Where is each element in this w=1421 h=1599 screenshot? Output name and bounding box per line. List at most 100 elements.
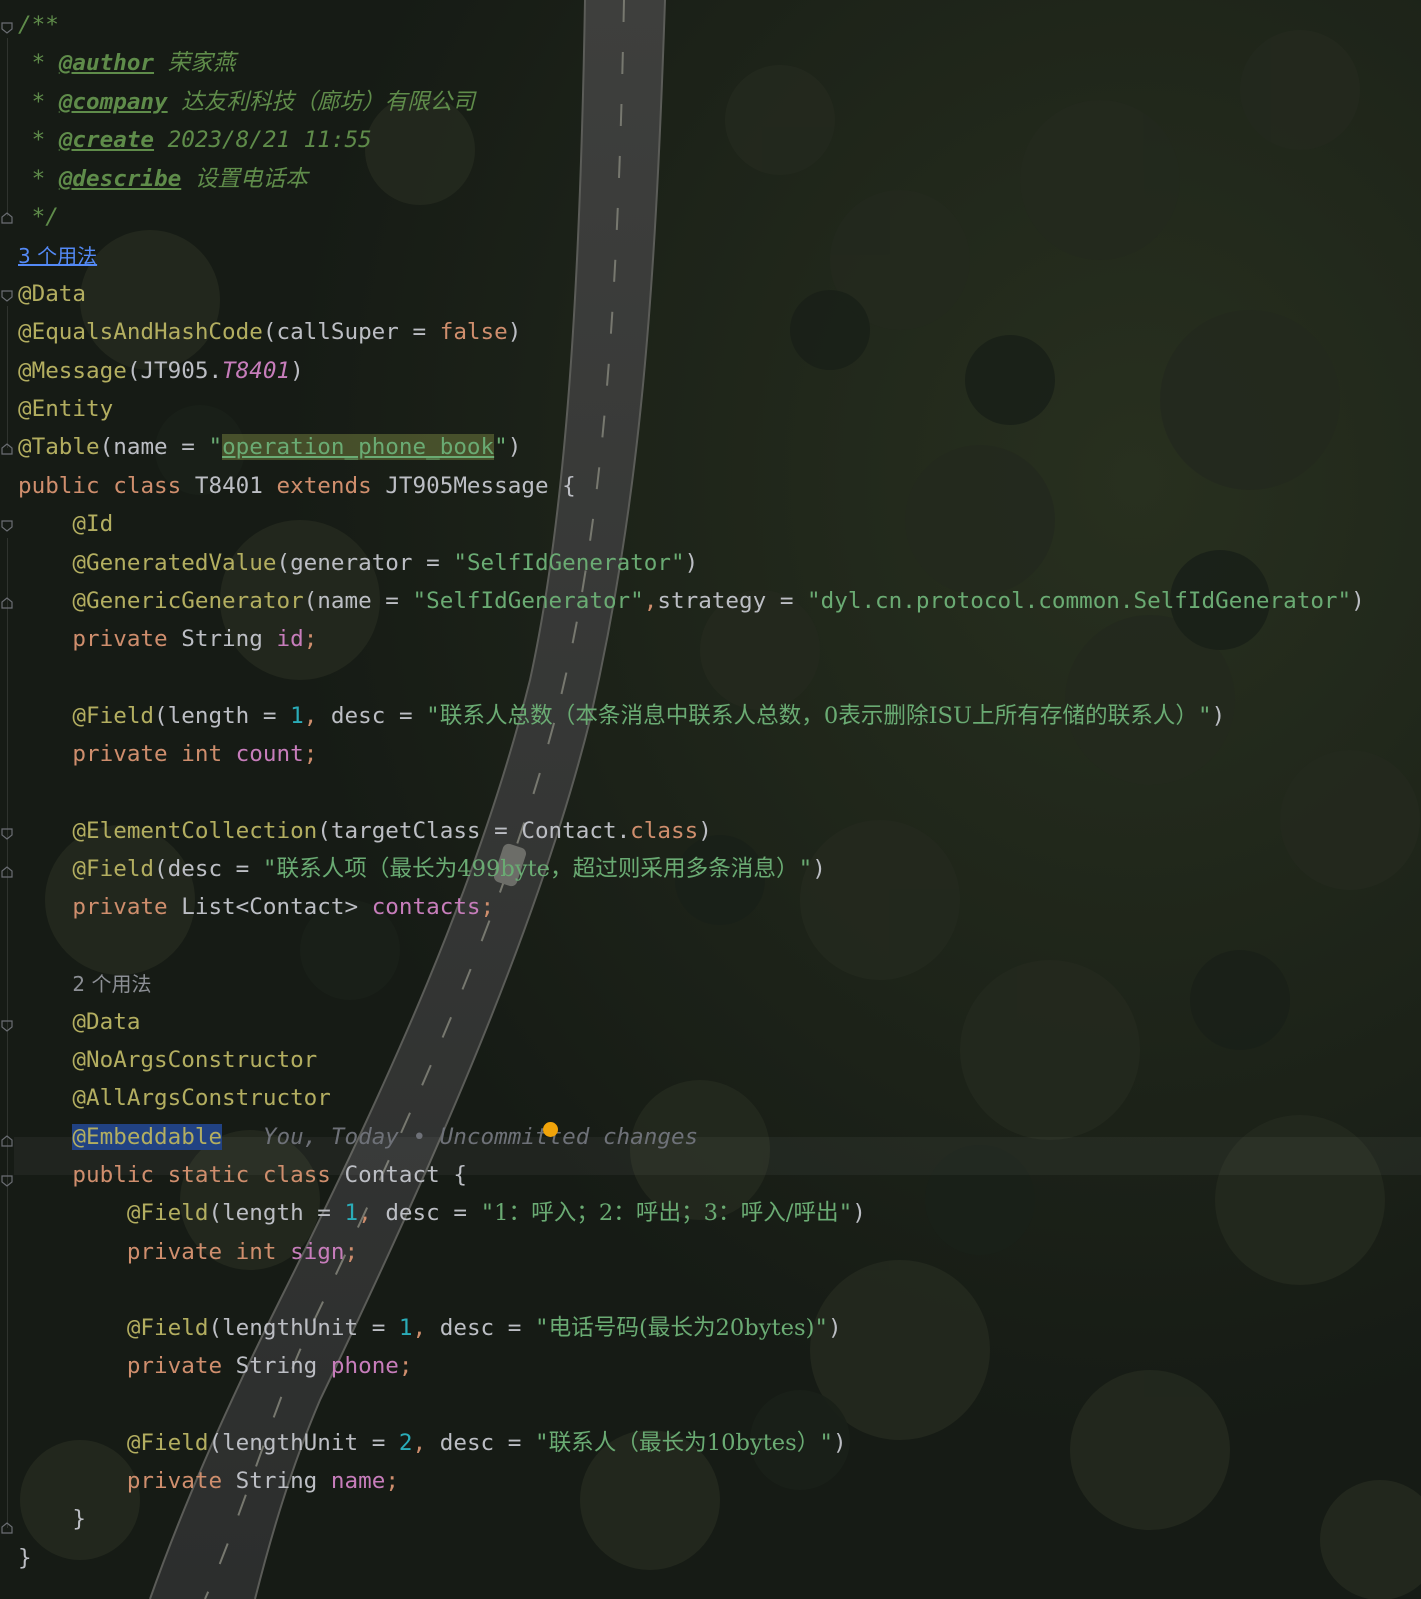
paren: ) <box>1211 703 1226 729</box>
string-literal: 联系人项（最长为499byte，超过则采用多条消息） <box>276 856 799 882</box>
paren: ( <box>154 703 168 729</box>
paren: ) <box>1351 588 1365 614</box>
doc-company-value: 达友利科技（廊坊）有限公司 <box>181 89 475 115</box>
class-name: Contact <box>344 1162 440 1188</box>
annotation-embeddable[interactable]: @Embeddable <box>72 1124 223 1150</box>
paren: ( <box>99 434 114 460</box>
quote: " <box>814 1315 828 1341</box>
field-name: count <box>235 741 304 767</box>
brace-close: } <box>18 1545 32 1571</box>
annotation-field: @Field <box>126 1200 209 1226</box>
keyword-class: class <box>113 473 182 499</box>
fold-collapse-icon[interactable] <box>1 828 13 840</box>
usages-link[interactable]: 2 个用法 <box>72 972 151 996</box>
doc-space <box>168 89 182 115</box>
paren: ) <box>812 856 826 882</box>
fold-expand-icon[interactable] <box>1 212 13 224</box>
code-line: private List<Contact> contacts; <box>18 888 494 926</box>
fold-expand-icon[interactable] <box>1 597 13 609</box>
fold-expand-icon[interactable] <box>1 1522 13 1534</box>
number-literal: 1 <box>398 1315 413 1341</box>
git-blame-annotation[interactable]: You, Today • Uncommitted changes <box>263 1124 698 1150</box>
usages-link[interactable]: 3 个用法 <box>18 244 97 268</box>
paren: ( <box>208 1315 223 1341</box>
code-line: @Data <box>18 1003 140 1041</box>
dot: . <box>616 818 631 844</box>
annotation-no-args-constructor: @NoArgsConstructor <box>72 1047 318 1073</box>
doc-create-value: 2023/8/21 11:55 <box>167 127 372 153</box>
fold-collapse-icon[interactable] <box>1 520 13 532</box>
code-line: @Embeddable You, Today • Uncommitted cha… <box>18 1118 698 1156</box>
annotation-table: @Table <box>18 434 100 460</box>
code-line: public class T8401 extends JT905Message … <box>18 467 576 505</box>
operator: = <box>385 703 427 729</box>
keyword-private: private <box>72 741 168 767</box>
param-name: callSuper <box>276 319 399 345</box>
code-line: private String name; <box>18 1462 399 1500</box>
operator: = <box>222 856 263 882</box>
code-line: public static class Contact { <box>18 1156 467 1194</box>
fold-collapse-icon[interactable] <box>1 1020 13 1032</box>
operator: = <box>480 818 522 844</box>
doc-space <box>181 166 195 192</box>
quote: " <box>630 588 644 614</box>
param-name: desc <box>330 703 386 729</box>
semicolon: ; <box>398 1353 413 1379</box>
param-name: length <box>167 703 250 729</box>
operator: = <box>494 1430 535 1456</box>
comma: , <box>643 588 658 614</box>
doc-star: * <box>18 127 59 153</box>
fold-expand-icon[interactable] <box>1 443 13 455</box>
code-line: @GeneratedValue(generator = "SelfIdGener… <box>18 544 698 582</box>
paren: ) <box>507 319 522 345</box>
quote: " <box>1198 703 1212 729</box>
annotation-data: @Data <box>18 281 87 307</box>
quote: " <box>1337 588 1352 614</box>
annotation-equals: @EqualsAndHashCode <box>18 319 263 345</box>
annotation-message: @Message <box>18 358 127 384</box>
type-name: String <box>235 1353 318 1379</box>
fold-guide <box>7 538 8 1528</box>
code-line: @Table(name = "operation_phone_book") <box>18 428 521 466</box>
doc-describe-tag: @describe <box>58 166 182 192</box>
doc-open: /** <box>18 12 59 38</box>
code-line: * @describe 设置电话本 <box>18 160 308 198</box>
annotation-all-args-constructor: @AllArgsConstructor <box>72 1085 331 1111</box>
paren: ) <box>507 434 522 460</box>
fold-collapse-icon[interactable] <box>1 22 13 34</box>
vcs-change-marker[interactable] <box>543 1122 558 1137</box>
comma: , <box>358 1200 386 1226</box>
fold-collapse-icon[interactable] <box>1 1175 13 1187</box>
quote: " <box>838 1200 853 1226</box>
doc-star: * <box>18 89 59 115</box>
number-literal: 1 <box>290 703 304 729</box>
doc-space <box>18 204 32 230</box>
brace-open: { <box>548 473 576 499</box>
field-name: sign <box>290 1239 345 1265</box>
code-line: @Message(JT905.T8401) <box>18 352 304 390</box>
code-line: @Field(lengthUnit = 2, desc = "联系人（最长为10… <box>18 1424 847 1462</box>
keyword-false: false <box>439 319 508 345</box>
fold-expand-icon[interactable] <box>1 1135 13 1147</box>
paren: ( <box>208 1430 223 1456</box>
fold-expand-icon[interactable] <box>1 866 13 878</box>
fold-collapse-icon[interactable] <box>1 290 13 302</box>
paren: ) <box>698 818 712 844</box>
paren: ) <box>832 1430 847 1456</box>
